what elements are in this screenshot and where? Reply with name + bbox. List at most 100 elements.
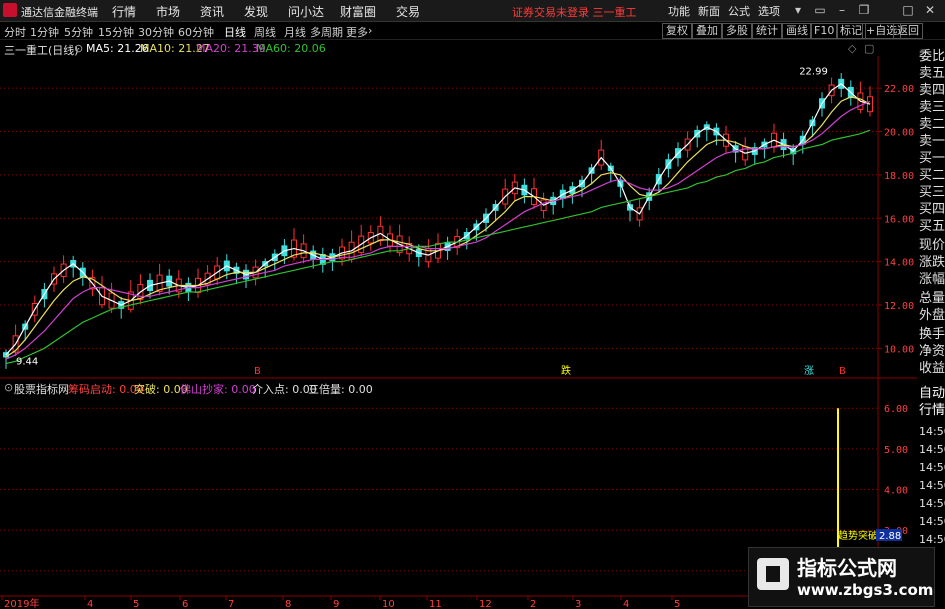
app-logo-icon [3,3,17,17]
menu-jiaoyi[interactable]: 交易 [396,3,420,20]
sidebar-buy1[interactable]: 买一 [919,150,945,167]
diamond-icon[interactable]: ◇ [848,42,856,55]
tab-15min[interactable]: 15分钟 [98,24,134,40]
sidebar-sell4[interactable]: 卖四 [919,82,945,99]
y-tick-label: 22.00 [884,84,914,95]
signal-label: 趋势突破 [838,529,878,542]
sidebar-pct[interactable]: 涨幅 [919,271,945,288]
window-icon[interactable]: ❐ [856,2,872,18]
x-tick-label: 8 [285,599,291,609]
lower-indicator-header: ⊙ 股票指标网 筹码启动: 0.00 突破: 0.00 佛山抄家: 0.00 介… [0,379,900,397]
skin-icon[interactable]: ▾ [790,2,806,18]
y-tick-label: 12.00 [884,301,914,312]
menu-hangqing[interactable]: 行情 [112,3,136,20]
signal-marker: B [839,366,846,377]
sidebar-sell3[interactable]: 卖三 [919,99,945,116]
tab-daily[interactable]: 日线 [224,24,246,40]
fuquan-button[interactable]: 复权 [662,23,692,39]
sidebar-time: 14:50 [919,479,945,492]
f10-button[interactable]: F10 [810,23,839,39]
x-tick-label: 11 [429,599,442,609]
sidebar-volume[interactable]: 总量 [919,290,945,307]
quote-sidebar: 委比 卖五 卖四 卖三 卖二 卖一 买一 买二 买三 买四 买五 现价 涨跌 涨… [917,40,945,609]
tab-more[interactable]: 更多 [346,24,368,40]
sidebar-buy5[interactable]: 买五 [919,218,945,235]
sidebar-auto[interactable]: 自动 [919,385,945,402]
tab-1min[interactable]: 1分钟 [30,24,59,40]
menu-xinmian[interactable]: 新面 [698,3,720,19]
tab-5min[interactable]: 5分钟 [64,24,93,40]
duogu-button[interactable]: 多股 [722,23,752,39]
sidebar-earnings[interactable]: 收益 [919,360,945,377]
tab-60min[interactable]: 60分钟 [178,24,214,40]
price-chart[interactable]: 22.99 9.44 B 跌 涨 B 22.00 20.00 18.00 16.00 14.00 1… [0,56,917,609]
huaxian-button[interactable]: 画线 [782,23,812,39]
y-tick-label: 20.00 [884,128,914,139]
signal-marker: 跌 [561,364,571,377]
tab-30min[interactable]: 30分钟 [138,24,174,40]
sidebar-netasset[interactable]: 净资 [919,343,945,360]
restore-icon[interactable]: ▭ [812,2,828,18]
menu-zixun[interactable]: 资讯 [200,3,224,20]
sidebar-buy2[interactable]: 买二 [919,167,945,184]
sidebar-sell5[interactable]: 卖五 [919,65,945,82]
ma-line-ma5 [5,83,871,356]
sidebar-time: 14:50 [919,461,945,474]
menu-xuanxiang[interactable]: 选项 [758,3,780,19]
indicator-name[interactable]: 股票指标网 [14,381,69,397]
sidebar-quote[interactable]: 行情 [919,402,945,419]
login-warning[interactable]: 证券交易未登录 三一重工 [512,4,637,20]
y-tick-label: 14.00 [884,258,914,269]
app-title: 通达信金融终端 [21,6,98,19]
menu-gongneng[interactable]: 功能 [668,3,690,19]
y-tick-label: 16.00 [884,214,914,225]
more-arrow-icon[interactable]: › [368,24,372,37]
x-tick-label: 2 [530,599,536,609]
expand-icon[interactable]: ▢ [864,42,874,55]
sidebar-outer[interactable]: 外盘 [919,307,945,324]
tab-weekly[interactable]: 周线 [254,24,276,40]
sanbei-label: 三倍量: 0.00 [308,383,373,396]
menu-bar: 通达信金融终端 行情 市场 资讯 发现 问小达 财富圈 交易 证券交易未登录 三… [0,0,945,22]
x-tick-label: 5 [133,599,139,609]
sidebar-turnover[interactable]: 换手 [919,326,945,343]
menu-gongshi[interactable]: 公式 [728,3,750,19]
chouma-label: 筹码启动: 0.00 [68,383,144,396]
maximize-icon[interactable]: □ [900,2,916,18]
settings-circle-icon[interactable]: ⊙ [74,42,83,55]
sidebar-time: 14:50 [919,533,945,546]
back-button[interactable]: 返回 [893,23,923,39]
sidebar-sell2[interactable]: 卖二 [919,116,945,133]
sidebar-buy3[interactable]: 买三 [919,184,945,201]
sidebar-price[interactable]: 现价 [919,237,945,254]
indicator-settings-icon[interactable]: ⊙ [4,381,13,394]
ma-line-ma20 [5,100,871,360]
sidebar-time: 14:50 [919,425,945,438]
close-icon[interactable]: ✕ [922,2,938,18]
menu-faxian[interactable]: 发现 [244,3,268,20]
tab-multi-period[interactable]: 多周期 [310,24,343,40]
sidebar-time: 14:50 [919,515,945,528]
menu-wenxiaoda[interactable]: 问小达 [288,3,324,20]
ma-line-ma10 [5,96,871,358]
signal-marker: 涨 [804,365,814,377]
watermark-url: www.zbgs3.com [797,581,934,599]
sidebar-weibi[interactable]: 委比 [919,48,945,65]
diejia-button[interactable]: 叠加 [692,23,722,39]
menu-caifuquan[interactable]: 财富圈 [340,3,376,20]
lower-y-tick-label: 6.00 [884,404,908,415]
menu-shichang[interactable]: 市场 [156,3,180,20]
y-tick-label: 10.00 [884,344,914,355]
x-tick-label: 5 [674,599,680,609]
current-value: 2.88 [879,531,901,542]
tab-fenshi[interactable]: 分时 [4,24,26,40]
sidebar-sell1[interactable]: 卖一 [919,133,945,150]
sidebar-buy4[interactable]: 买四 [919,201,945,218]
sidebar-time: 14:50 [919,497,945,510]
tab-monthly[interactable]: 月线 [284,24,306,40]
x-tick-label: 3 [575,599,581,609]
sidebar-change[interactable]: 涨跌 [919,254,945,271]
minimize-icon[interactable]: – [834,2,850,18]
tongji-button[interactable]: 统计 [752,23,782,39]
y-tick-label: 18.00 [884,171,914,182]
